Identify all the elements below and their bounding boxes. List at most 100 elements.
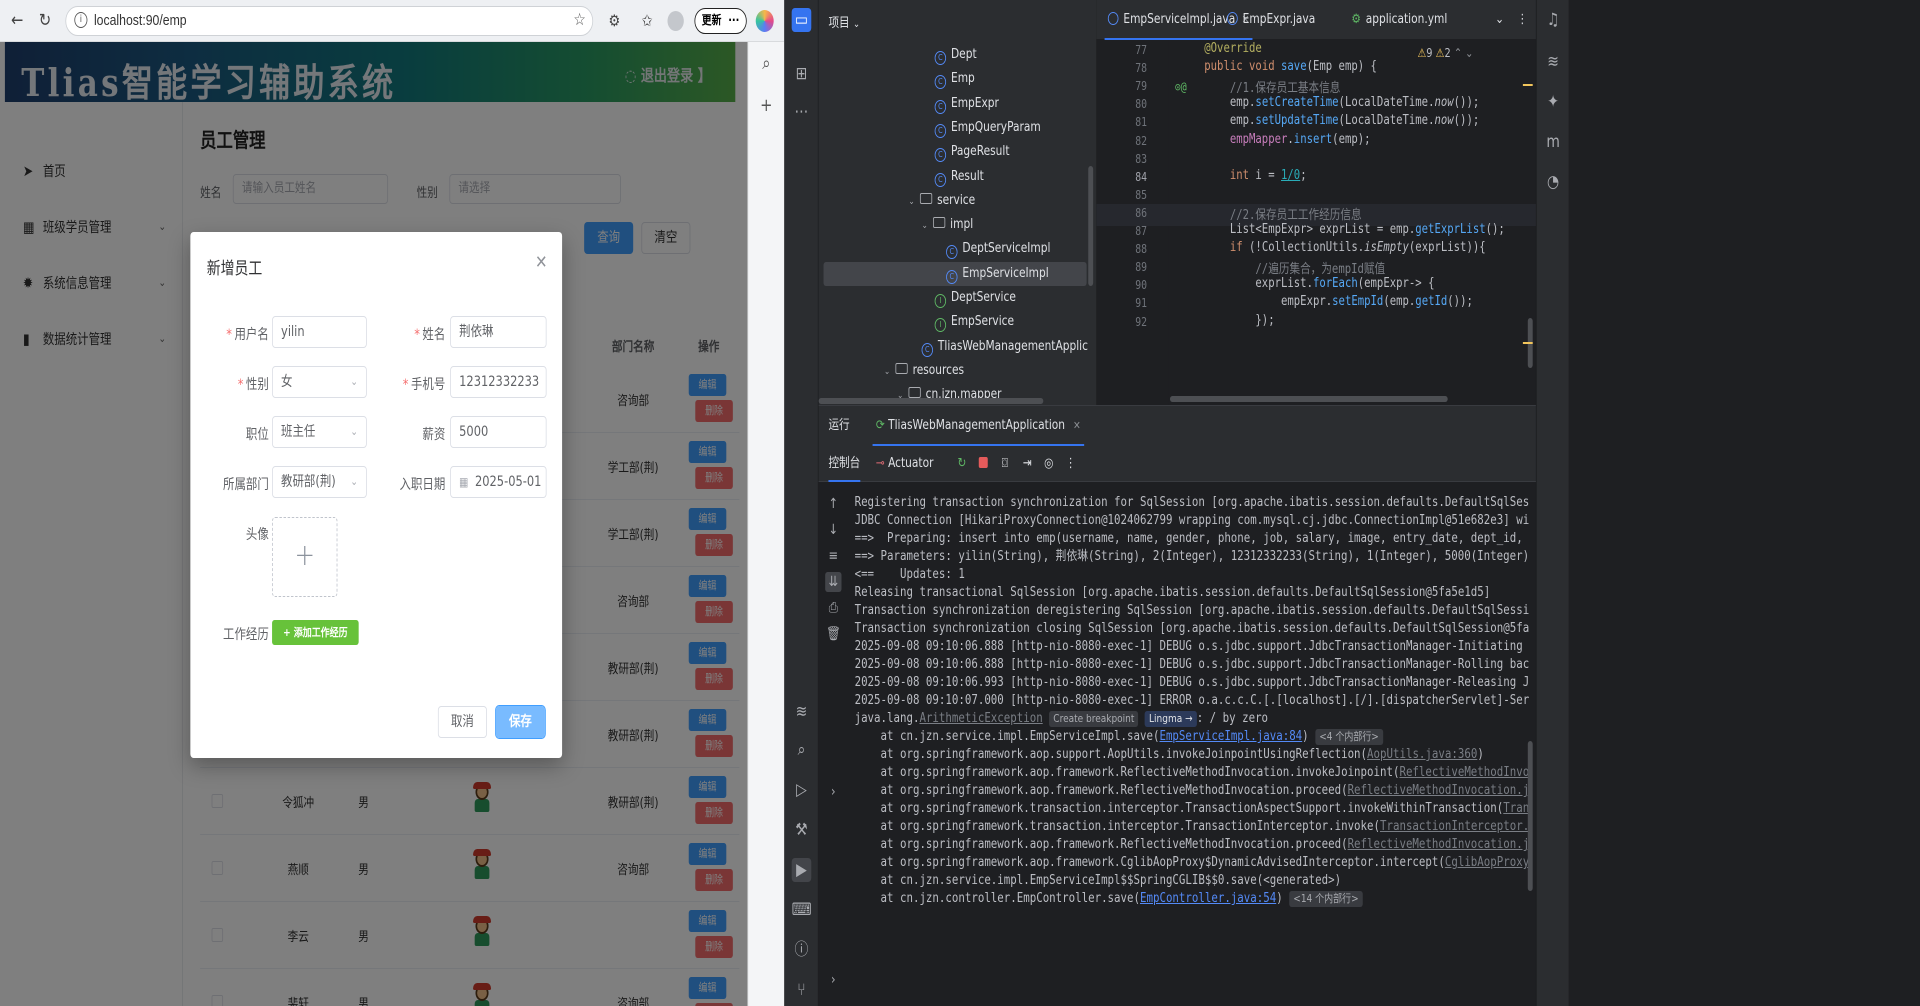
tree-item-dept[interactable]: C Dept [824,43,1087,67]
code-line[interactable]: //2.保存员工工作经历信息 [1204,204,1362,223]
project-scrollbar[interactable] [1088,166,1094,286]
structure-icon[interactable]: ⊞ [792,62,812,86]
source-link[interactable]: EmpController.java:54 [1140,891,1276,906]
code-line[interactable]: exprList.forEach(empExpr-> { [1204,276,1434,291]
maven-icon[interactable]: m [1543,130,1563,154]
coverage-icon[interactable]: ◎ [1044,446,1053,482]
tab-application-yml[interactable]: ⚙ application.yml [1351,0,1447,40]
source-link[interactable]: AopUtils.java:360 [1367,747,1477,762]
close-icon[interactable]: ✕ [1073,419,1081,432]
print-icon[interactable]: ⎙ [825,598,841,618]
build-icon[interactable]: ⚒ [792,818,812,842]
source-link[interactable]: ReflectiveMethodInvocation.j [1348,837,1530,852]
plus-icon[interactable]: + [757,94,777,118]
tree-item-empserviceimpl[interactable]: C EmpServiceImpl [823,261,1087,286]
bookmark-star-icon[interactable]: ☆ [573,10,585,30]
database-icon[interactable]: ≋ [1543,50,1563,74]
arrow-down-icon[interactable]: ↓ [825,520,841,540]
terminal-icon[interactable]: ⌨ [792,898,812,922]
profile-avatar-icon[interactable] [666,9,686,33]
actuator-tab[interactable]: ⊸ Actuator [876,446,934,482]
fold-icon[interactable]: › [825,970,841,990]
code-line[interactable]: empExpr.setEmpId(emp.getId()); [1204,294,1473,309]
job-select[interactable]: 班主任 ⌄ [272,416,367,448]
name-input[interactable]: 荆依琳 [450,316,547,348]
tree-item-resources[interactable]: ⌄ resources [824,359,1087,383]
fold-icon[interactable]: › [825,782,841,802]
code-line[interactable]: }); [1204,313,1274,328]
problems-icon[interactable]: ⓘ [792,938,812,962]
salary-input[interactable]: 5000 [450,416,547,448]
phone-input[interactable]: 12312332233 [450,366,547,398]
arrow-up-icon[interactable]: ↑ [825,494,841,514]
ai-assistant-icon[interactable]: ✦ [1543,90,1563,114]
source-link[interactable]: Tran [1503,801,1529,816]
implementing-gutter-icon[interactable]: ⊙@ [1175,80,1187,94]
add-work-button[interactable]: + 添加工作经历 [272,620,359,645]
code-line[interactable]: //遍历集合，为empId赋值 [1204,258,1385,277]
code-line[interactable]: public void save(Emp emp) { [1204,59,1377,74]
tree-item-emp[interactable]: C Emp [824,67,1087,91]
entry-date-picker[interactable]: ▦ 2025-05-01 [450,466,547,498]
camera-icon[interactable]: ⌼ [1002,446,1008,482]
rerun-icon[interactable]: ↻ [958,446,967,482]
database-icon[interactable]: ≋ [792,700,812,724]
tabs-dropdown-icon[interactable]: ⌄ [1495,0,1504,40]
code-line[interactable]: emp.setCreateTime(LocalDateTime.now()); [1204,95,1479,110]
code-line[interactable]: List<EmpExpr> exprList = emp.getExprList… [1204,222,1505,237]
source-link[interactable]: CglibAopProxy [1445,855,1529,870]
tree-item-impl[interactable]: ⌄ impl [824,213,1087,237]
avatar-upload[interactable]: + [272,517,338,597]
gradle-icon[interactable]: ◔ [1543,170,1563,194]
console-scrollbar[interactable] [1527,741,1533,891]
git-icon[interactable]: ⑂ [792,978,812,1002]
services-icon[interactable]: ▷ [792,778,812,802]
project-hscrollbar[interactable] [818,398,1044,404]
extensions-icon[interactable]: ⚙ [605,9,625,33]
run-icon[interactable]: ▶ [791,858,812,882]
lingma-button[interactable]: Lingma → [1144,711,1197,727]
tree-item-result[interactable]: C Result [824,165,1087,189]
username-input[interactable]: yilin [272,316,367,348]
internal-lines-badge[interactable]: <4 个内部行> [1315,729,1383,745]
favorites-icon[interactable]: ✩ [637,9,657,33]
tree-item-service[interactable]: ⌄ service [824,189,1087,213]
inspection-widget[interactable]: ⚠9 ⚠2 ⌃ ⌄ [1417,46,1473,60]
back-icon[interactable]: ← [8,10,26,32]
soft-wrap-icon[interactable]: ≡ [825,546,841,566]
project-header[interactable]: 项目 ⌄ [828,12,859,31]
exception-link[interactable]: ArithmeticException [919,711,1042,726]
tree-item-empqueryparam[interactable]: C EmpQueryParam [824,116,1087,140]
tree-item-empexpr[interactable]: C EmpExpr [824,92,1087,116]
update-button[interactable]: 更新 ··· [694,8,747,34]
tree-item-tliaswebmanagementapplic[interactable]: C TliasWebManagementApplic [824,335,1088,359]
run-config-tab[interactable]: ⟳ TliasWebManagementApplication ✕ [872,406,1084,446]
tree-item-pageresult[interactable]: C PageResult [824,140,1087,164]
reload-icon[interactable]: ↻ [36,10,54,32]
source-link[interactable]: TransactionInterceptor. [1380,819,1529,834]
code-line[interactable]: @Override [1204,41,1262,56]
create-breakpoint-button[interactable]: Create breakpoint [1049,711,1139,727]
site-info-icon[interactable]: i [74,12,88,28]
code-line[interactable]: empMapper.insert(emp); [1204,132,1371,147]
code-line[interactable]: int i = 1/0; [1204,168,1307,183]
source-link[interactable]: EmpServiceImpl.java:84 [1159,729,1302,744]
exit-icon[interactable]: ⇥ [1023,446,1032,482]
tree-item-deptserviceimpl[interactable]: C DeptServiceImpl [824,237,1087,261]
project-icon[interactable]: ▭ [791,8,812,32]
more-icon[interactable]: ⋯ [792,100,812,124]
source-link[interactable]: ReflectiveMethodInvocation.j [1348,783,1530,798]
cancel-button[interactable]: 取消 [437,706,487,738]
trash-icon[interactable]: 🗑 [825,624,841,644]
copilot-icon[interactable] [755,10,774,32]
code-line[interactable]: //1.保存员工基本信息 [1204,77,1341,96]
notifications-icon[interactable]: ♫ [1543,8,1563,32]
tree-item-empservice[interactable]: I EmpService [824,310,1087,334]
source-link[interactable]: ReflectiveMethodInvo [1399,765,1529,780]
search-icon[interactable]: ⌕ [757,52,777,76]
more-icon[interactable]: ⋮ [1517,0,1528,40]
scroll-to-end-icon[interactable]: ⇊ [825,572,842,592]
tree-item-deptservice[interactable]: I DeptService [824,286,1087,310]
stop-icon[interactable] [978,446,988,482]
search-icon[interactable]: ⌕ [792,738,812,762]
